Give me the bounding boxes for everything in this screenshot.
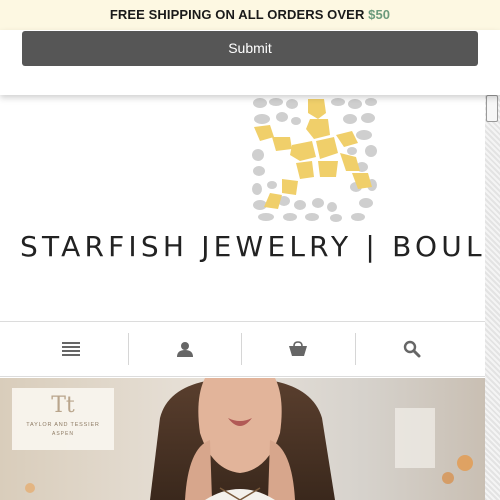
scrollbar-thumb[interactable] (486, 95, 498, 122)
main-nav (0, 321, 485, 377)
search-icon (403, 340, 420, 358)
signup-form: Submit (0, 30, 500, 95)
partner-logo[interactable]: Tt TAYLOR AND TESSIER ASPEN (12, 388, 114, 450)
starfish-logo-icon[interactable] (252, 97, 378, 222)
submit-button[interactable]: Submit (22, 31, 478, 66)
menu-button[interactable] (14, 322, 127, 376)
cart-icon (288, 341, 307, 356)
account-button[interactable] (128, 322, 241, 376)
partner-name: TAYLOR AND TESSIER (26, 422, 100, 428)
announcement-text: FREE SHIPPING ON ALL ORDERS OVER (109, 7, 369, 22)
menu-icon (61, 342, 80, 356)
partner-monogram: Tt (51, 393, 75, 418)
announcement-bar: FREE SHIPPING ON ALL ORDERS OVER $50 (0, 0, 500, 30)
hero-banner[interactable]: Tt TAYLOR AND TESSIER ASPEN (0, 378, 485, 500)
brand-name[interactable]: STARFISH JEWELRY | BOULDER (20, 230, 490, 270)
search-button[interactable] (355, 322, 468, 376)
account-icon (176, 342, 193, 357)
scrollbar[interactable] (485, 95, 500, 500)
partner-city: ASPEN (52, 431, 74, 437)
announcement-amount: $50 (368, 7, 391, 22)
cart-button[interactable] (241, 322, 354, 376)
